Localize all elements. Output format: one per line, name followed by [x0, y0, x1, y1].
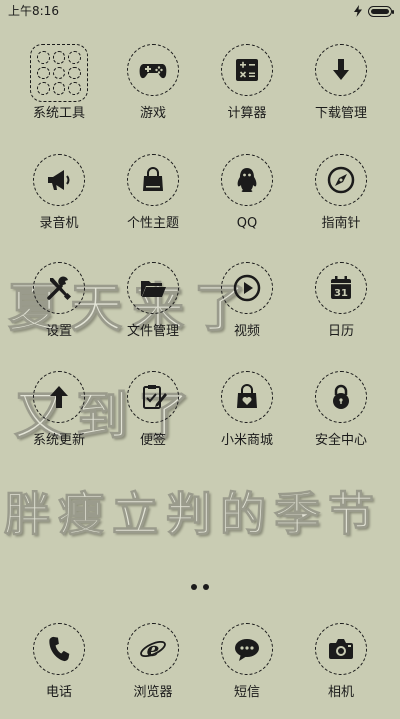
compass-icon — [315, 154, 367, 206]
app-video[interactable]: 视频 — [200, 262, 294, 358]
app-label: 电话 — [45, 685, 72, 700]
camera-icon — [315, 623, 367, 675]
chat-bubble-icon — [221, 623, 273, 675]
app-mi-store[interactable]: 小米商城 — [200, 371, 294, 467]
calendar-icon: 31 — [315, 262, 367, 314]
app-label: 日历 — [327, 324, 354, 339]
clipboard-pen-icon — [127, 371, 179, 423]
dock-camera[interactable]: 相机 — [294, 623, 388, 719]
app-label: 个性主题 — [126, 216, 179, 231]
app-label: 设置 — [45, 324, 72, 339]
app-label: 下载管理 — [314, 106, 367, 121]
browser-e-icon: e — [127, 623, 179, 675]
app-qq[interactable]: QQ — [200, 154, 294, 250]
app-recorder[interactable]: 录音机 — [12, 154, 106, 250]
status-bar: 上午8:16 — [0, 0, 400, 24]
gamepad-icon — [127, 44, 179, 96]
penguin-icon — [221, 154, 273, 206]
app-system-tools[interactable]: 系统工具 — [12, 44, 106, 140]
app-label: 小米商城 — [220, 433, 273, 448]
app-themes[interactable]: 个性主题 — [106, 154, 200, 250]
app-label: QQ — [236, 216, 258, 231]
lightning-icon — [354, 5, 362, 17]
app-settings[interactable]: 设置 — [12, 262, 106, 358]
app-download-manager[interactable]: 下载管理 — [294, 44, 388, 140]
heart-bag-icon — [221, 371, 273, 423]
app-calculator[interactable]: 计算器 — [200, 44, 294, 140]
play-icon — [221, 262, 273, 314]
page-indicator[interactable] — [0, 584, 400, 590]
page-dot — [203, 584, 209, 590]
shopping-bag-icon — [127, 154, 179, 206]
app-label: 系统更新 — [32, 433, 85, 448]
app-label: 视频 — [233, 324, 260, 339]
app-file-manager[interactable]: 文件管理 — [106, 262, 200, 358]
app-label: 指南针 — [321, 216, 361, 231]
app-label: 游戏 — [139, 106, 166, 121]
app-label: 便签 — [139, 433, 166, 448]
status-time: 上午8:16 — [8, 4, 59, 18]
padlock-icon — [315, 371, 367, 423]
upload-arrow-icon — [33, 371, 85, 423]
battery-fill — [371, 8, 389, 14]
calendar-day-number: 31 — [334, 288, 348, 299]
page-dot — [191, 584, 197, 590]
calculator-icon — [221, 44, 273, 96]
phone-handset-icon — [33, 623, 85, 675]
app-game[interactable]: 游戏 — [106, 44, 200, 140]
app-notes[interactable]: 便签 — [106, 371, 200, 467]
dock-phone[interactable]: 电话 — [12, 623, 106, 719]
download-arrow-icon — [315, 44, 367, 96]
app-label: 浏览器 — [133, 685, 173, 700]
app-compass[interactable]: 指南针 — [294, 154, 388, 250]
status-icons — [354, 4, 394, 18]
battery-icon — [368, 5, 394, 17]
megaphone-icon — [33, 154, 85, 206]
app-label: 录音机 — [39, 216, 79, 231]
app-label: 文件管理 — [126, 324, 179, 339]
folder-icon — [30, 44, 88, 102]
folder-open-icon — [127, 262, 179, 314]
app-label: 计算器 — [227, 106, 267, 121]
app-calendar[interactable]: 31 日历 — [294, 262, 388, 358]
app-label: 相机 — [327, 685, 354, 700]
dock-browser[interactable]: e 浏览器 — [106, 623, 200, 719]
app-security-center[interactable]: 安全中心 — [294, 371, 388, 467]
app-label: 安全中心 — [314, 433, 367, 448]
app-system-update[interactable]: 系统更新 — [12, 371, 106, 467]
app-label: 短信 — [233, 685, 260, 700]
dock-messages[interactable]: 短信 — [200, 623, 294, 719]
app-label: 系统工具 — [32, 106, 85, 121]
wrench-screwdriver-icon — [33, 262, 85, 314]
svg-text:e: e — [147, 637, 160, 661]
wallpaper-line-3: 胖瘦立判的季节 — [4, 487, 382, 542]
